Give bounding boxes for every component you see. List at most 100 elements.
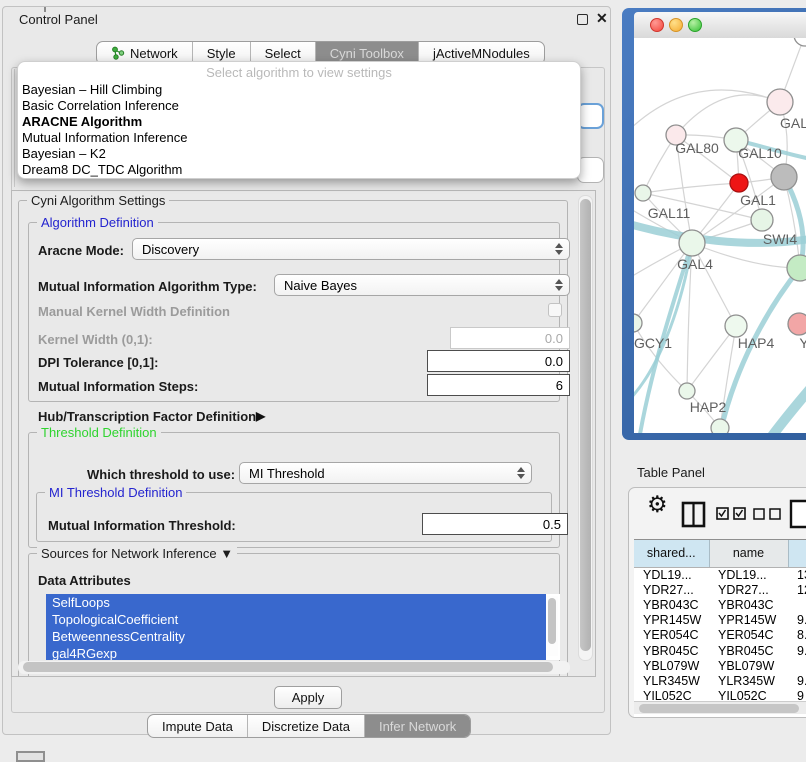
network-node-gal1[interactable] xyxy=(751,209,773,231)
window-zoom-button[interactable] xyxy=(688,18,702,32)
node-label: GCY1 xyxy=(634,335,672,351)
which-threshold-combo[interactable]: MI Threshold xyxy=(239,462,532,484)
algorithm-option[interactable]: Bayesian – Hill Climbing xyxy=(18,82,580,98)
table-row[interactable]: YBL079WYBL079W xyxy=(634,658,806,673)
algorithm-placeholder: Select algorithm to view settings xyxy=(18,64,580,82)
table-header-row: shared...name xyxy=(634,540,806,567)
settings-horizontal-scrollbar[interactable] xyxy=(18,661,570,674)
network-window-titlebar[interactable] xyxy=(634,12,806,38)
network-node-top-right[interactable] xyxy=(794,38,806,46)
float-panel-icon[interactable] xyxy=(577,14,588,25)
table-browser-window: ⚙ shared...name YDL19...YDL19. xyxy=(628,487,806,718)
network-node-right-green[interactable] xyxy=(787,255,806,281)
network-node-salmon-node[interactable] xyxy=(788,313,806,335)
tab-discretize-data[interactable]: Discretize Data xyxy=(247,715,364,737)
aracne-mode-combo[interactable]: Discovery xyxy=(132,238,570,260)
window-minimize-button[interactable] xyxy=(669,18,683,32)
node-label: GAL10 xyxy=(738,145,782,161)
network-edge[interactable] xyxy=(643,183,739,193)
network-node-bottom-green[interactable] xyxy=(711,419,729,433)
stepper-arrows-icon xyxy=(517,467,525,479)
apply-button[interactable]: Apply xyxy=(274,686,342,709)
attributes-scrollbar[interactable] xyxy=(547,596,558,656)
dpi-tolerance-field[interactable]: 0.0 xyxy=(427,350,570,372)
network-canvas[interactable]: GALGAL80GAL10GAL1GAL11SWI4GAL4GCY1HAP4YH… xyxy=(634,38,806,433)
table-data-combo-fragment[interactable] xyxy=(577,157,604,183)
network-edge[interactable] xyxy=(634,323,687,391)
node-label: GAL xyxy=(780,115,806,131)
algorithm-dropdown-popup: Select algorithm to view settings Bayesi… xyxy=(17,61,581,179)
close-panel-icon[interactable]: ✕ xyxy=(596,10,608,27)
select-all-checkboxes-icon[interactable] xyxy=(716,507,748,521)
node-label: HAP4 xyxy=(738,335,775,351)
network-node-hap2[interactable] xyxy=(679,383,695,399)
column-header[interactable] xyxy=(788,540,806,567)
kernel-width-field[interactable]: 0.0 xyxy=(450,327,570,349)
attribute-item[interactable]: TopologicalCoefficient xyxy=(46,611,546,628)
table-row[interactable]: YPR145WYPR145W9. xyxy=(634,613,806,628)
table-row[interactable]: YDR27...YDR27...12 xyxy=(634,582,806,597)
window-close-button[interactable] xyxy=(650,18,664,32)
data-attributes-list: SelfLoopsTopologicalCoefficientBetweenne… xyxy=(46,594,560,660)
column-header[interactable]: name xyxy=(709,540,788,567)
table-body: YDL19...YDL19...13YDR27...YDR27...12YBR0… xyxy=(634,567,806,704)
table-row[interactable]: YER054CYER054C8. xyxy=(634,628,806,643)
settings-vertical-scrollbar[interactable] xyxy=(578,195,593,661)
dpi-tolerance-label: DPI Tolerance [0,1]: xyxy=(38,355,158,370)
table-toolbar: ⚙ xyxy=(629,488,806,539)
gear-icon[interactable]: ⚙ xyxy=(647,491,668,518)
mi-steps-field[interactable]: 6 xyxy=(427,374,570,396)
network-edge[interactable] xyxy=(687,326,736,391)
table-row[interactable]: YBR043CYBR043C xyxy=(634,597,806,612)
table-row[interactable]: YLR345WYLR345W9. xyxy=(634,673,806,688)
table-panel-title: Table Panel xyxy=(637,465,705,480)
table-horizontal-scrollbar[interactable] xyxy=(634,701,806,714)
group-title: Threshold Definition xyxy=(37,425,161,440)
node-label: Y xyxy=(799,335,806,351)
table-row[interactable]: YDL19...YDL19...13 xyxy=(634,567,806,582)
inference-algorithm-combo-fragment[interactable] xyxy=(577,103,604,129)
new-table-icon[interactable] xyxy=(789,499,806,529)
algorithm-option[interactable]: Bayesian – K2 xyxy=(18,146,580,162)
network-edge-highlighted[interactable] xyxy=(772,382,806,433)
algorithm-option[interactable]: Mutual Information Inference xyxy=(18,130,580,146)
node-label: GAL4 xyxy=(677,256,713,272)
attribute-item[interactable]: BetweennessCentrality xyxy=(46,628,546,645)
table-row[interactable]: YBR045CYBR045C9. xyxy=(634,643,806,658)
network-node-gal11[interactable] xyxy=(635,185,651,201)
algorithm-option[interactable]: ARACNE Algorithm xyxy=(18,114,580,130)
algorithm-options: Bayesian – Hill ClimbingBasic Correlatio… xyxy=(18,82,580,178)
panel-border-fragment xyxy=(14,69,15,187)
minimized-panel-icon[interactable] xyxy=(16,751,45,762)
split-columns-icon[interactable] xyxy=(681,501,707,528)
network-node-gal4[interactable] xyxy=(679,230,705,256)
data-attributes-label: Data Attributes xyxy=(38,573,131,588)
network-node-gcy1[interactable] xyxy=(634,314,642,332)
divider-tick xyxy=(44,7,46,12)
mi-threshold-field[interactable]: 0.5 xyxy=(422,513,568,535)
attribute-item[interactable]: SelfLoops xyxy=(46,594,546,611)
network-node-hap4[interactable] xyxy=(725,315,747,337)
control-panel-titlebar: Control Panel ✕ xyxy=(3,7,610,31)
network-graph: GALGAL80GAL10GAL1GAL11SWI4GAL4GCY1HAP4YH… xyxy=(634,38,806,433)
network-node-red-node[interactable] xyxy=(730,174,748,192)
node-table: shared...name YDL19...YDL19...13YDR27...… xyxy=(634,540,806,704)
algorithm-option[interactable]: Basic Correlation Inference xyxy=(18,98,580,114)
attribute-item[interactable]: gal4RGexp xyxy=(46,645,546,660)
manual-kernel-checkbox[interactable] xyxy=(548,303,562,317)
column-header[interactable]: shared... xyxy=(634,540,709,567)
network-node-gal-pink-top[interactable] xyxy=(767,89,793,115)
mi-type-combo[interactable]: Naive Bayes xyxy=(274,274,570,296)
group-title: Cyni Algorithm Settings xyxy=(27,193,169,208)
network-node-gray-node[interactable] xyxy=(771,164,797,190)
panel-title: Control Panel xyxy=(19,12,98,27)
deselect-all-checkboxes-icon[interactable] xyxy=(753,508,783,520)
algorithm-option[interactable]: Dream8 DC_TDC Algorithm xyxy=(18,162,580,178)
node-label: HAP2 xyxy=(690,399,727,415)
node-label: GAL1 xyxy=(740,192,776,208)
expand-down-icon[interactable]: ▼ xyxy=(220,546,233,561)
expand-right-icon[interactable]: ▶ xyxy=(256,409,265,423)
node-label: SWI4 xyxy=(763,231,797,247)
tab-impute-data[interactable]: Impute Data xyxy=(148,715,247,737)
tab-infer-network[interactable]: Infer Network xyxy=(364,715,470,737)
